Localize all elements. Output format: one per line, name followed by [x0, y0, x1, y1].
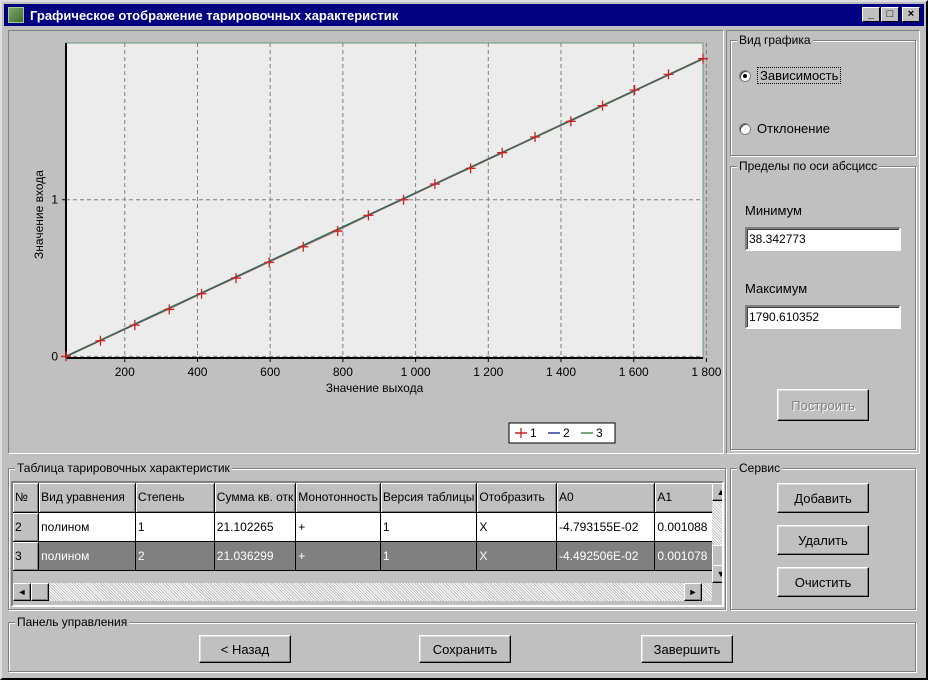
radio-dependency-label: Зависимость [757, 67, 842, 84]
x-tick-label: 1 800 [691, 365, 721, 379]
col-header-a0[interactable]: A0 [556, 483, 656, 513]
cell-monotonicity[interactable]: + [295, 541, 381, 571]
cell-a0[interactable]: -4.492506E-02 [556, 541, 656, 571]
radio-dependency-indicator[interactable] [739, 69, 751, 82]
vertical-scroll-thumb[interactable] [712, 545, 722, 567]
cell-equation-type[interactable]: полином [38, 512, 136, 542]
main-window: Графическое отображение тарировочных хар… [0, 0, 928, 680]
col-header-number[interactable]: № [13, 483, 40, 513]
window-title: Графическое отображение тарировочных хар… [30, 7, 399, 23]
scroll-down-icon: ▼ [717, 569, 722, 579]
save-button[interactable]: Сохранить [419, 635, 511, 663]
x-limits-group: Пределы по оси абсцисс Минимум 38.342773… [730, 159, 916, 450]
x-tick-label: 1 600 [619, 365, 649, 379]
chart-type-group: Вид графика Зависимость Отклонение [730, 33, 916, 156]
scroll-right-button[interactable]: ► [684, 583, 702, 601]
app-icon [8, 7, 24, 23]
scroll-up-icon: ▲ [717, 487, 722, 497]
scroll-left-icon: ◄ [17, 587, 27, 597]
min-input[interactable]: 38.342773 [745, 227, 901, 251]
cell-sum-squares[interactable]: 21.102265 [214, 512, 297, 542]
col-header-monotonicity[interactable]: Монотонность [295, 483, 381, 513]
cell-degree[interactable]: 2 [135, 541, 215, 571]
y-tick-label: 1 [51, 193, 58, 207]
calibration-chart: 200 400 600 800 1 000 1 200 1 400 1 600 1 80001З… [32, 42, 722, 444]
finish-button[interactable]: Завершить [641, 635, 733, 663]
legend-label: 2 [563, 426, 570, 440]
y-tick-label: 0 [51, 349, 58, 363]
cell-equation-type[interactable]: полином [38, 541, 136, 571]
back-button[interactable]: < Назад [199, 635, 291, 663]
y-axis-label: Значение входа [32, 170, 46, 259]
cell-table-version[interactable]: 1 [380, 512, 478, 542]
x-tick-label: 400 [187, 365, 207, 379]
service-group-label: Сервис [737, 461, 783, 475]
chart-type-group-label: Вид графика [737, 33, 813, 47]
scroll-down-button[interactable]: ▼ [712, 565, 722, 583]
max-label: Максимум [745, 281, 808, 296]
service-group: Сервис Добавить Удалить Очистить [730, 461, 916, 610]
close-button[interactable]: × [902, 7, 920, 22]
legend-label: 3 [596, 426, 603, 440]
row-number: 2 [13, 512, 40, 542]
col-header-equation-type[interactable]: Вид уравнения [38, 483, 136, 513]
title-bar: Графическое отображение тарировочных хар… [4, 4, 924, 26]
col-header-sum-squares[interactable]: Сумма кв. отк [214, 483, 297, 513]
cell-display[interactable]: X [476, 512, 557, 542]
cell-table-version[interactable]: 1 [380, 541, 478, 571]
x-axis-label: Значение выхода [326, 381, 424, 395]
scroll-right-icon: ► [688, 587, 698, 597]
clear-button[interactable]: Очистить [777, 567, 869, 597]
x-tick-label: 1 000 [401, 365, 431, 379]
x-limits-group-label: Пределы по оси абсцисс [737, 159, 880, 173]
cell-a0[interactable]: -4.793155E-02 [556, 512, 656, 542]
chart-panel: 200 400 600 800 1 000 1 200 1 400 1 600 1 800 0 1 З… [8, 30, 724, 454]
radio-deviation[interactable]: Отклонение [739, 121, 830, 136]
max-input[interactable]: 1790.610352 [745, 305, 901, 329]
table-row-selected[interactable]: 3 полином 2 21.036299 + 1 X -4.492506E-0… [13, 541, 722, 571]
x-tick-label: 800 [333, 365, 353, 379]
control-panel-group: Панель управления < Назад Сохранить Заве… [8, 615, 916, 672]
min-label: Минимум [745, 203, 802, 218]
scroll-up-button[interactable]: ▲ [712, 483, 722, 501]
add-button[interactable]: Добавить [777, 483, 869, 513]
cell-display[interactable]: X [476, 541, 557, 571]
radio-deviation-indicator[interactable] [739, 122, 751, 135]
col-header-table-version[interactable]: Версия таблицы [380, 483, 478, 513]
x-tick-label: 600 [260, 365, 280, 379]
maximize-button[interactable]: □ [881, 7, 899, 22]
x-tick-label: 1 200 [473, 365, 503, 379]
table-header-row: № Вид уравнения Степень Сумма кв. отк Мо… [13, 483, 722, 513]
calibration-table: № Вид уравнения Степень Сумма кв. отк Мо… [11, 481, 724, 607]
col-header-display[interactable]: Отобразить [476, 483, 557, 513]
scroll-left-button[interactable]: ◄ [13, 583, 31, 601]
minimize-button[interactable]: _ [862, 7, 880, 22]
col-header-degree[interactable]: Степень [135, 483, 215, 513]
table-horizontal-scrollbar[interactable]: ◄ ► [13, 583, 712, 601]
x-tick-label: 200 [115, 365, 135, 379]
delete-button[interactable]: Удалить [777, 525, 869, 555]
calibration-grid: № Вид уравнения Степень Сумма кв. отк Мо… [13, 483, 722, 571]
table-group-label: Таблица тарировочных характеристик [15, 461, 232, 475]
legend-label: 1 [530, 426, 537, 440]
horizontal-scroll-thumb[interactable] [31, 583, 49, 601]
cell-degree[interactable]: 1 [135, 512, 215, 542]
radio-dependency[interactable]: Зависимость [739, 67, 842, 84]
build-button[interactable]: Построить [777, 389, 869, 421]
x-tick-label: 1 400 [546, 365, 576, 379]
radio-deviation-label: Отклонение [757, 121, 830, 136]
table-vertical-scrollbar[interactable]: ▲ ▼ [712, 483, 722, 583]
control-panel-group-label: Панель управления [15, 615, 130, 629]
cell-sum-squares[interactable]: 21.036299 [214, 541, 297, 571]
table-row[interactable]: 2 полином 1 21.102265 + 1 X -4.793155E-0… [13, 512, 722, 542]
cell-monotonicity[interactable]: + [295, 512, 381, 542]
row-number: 3 [13, 541, 40, 571]
